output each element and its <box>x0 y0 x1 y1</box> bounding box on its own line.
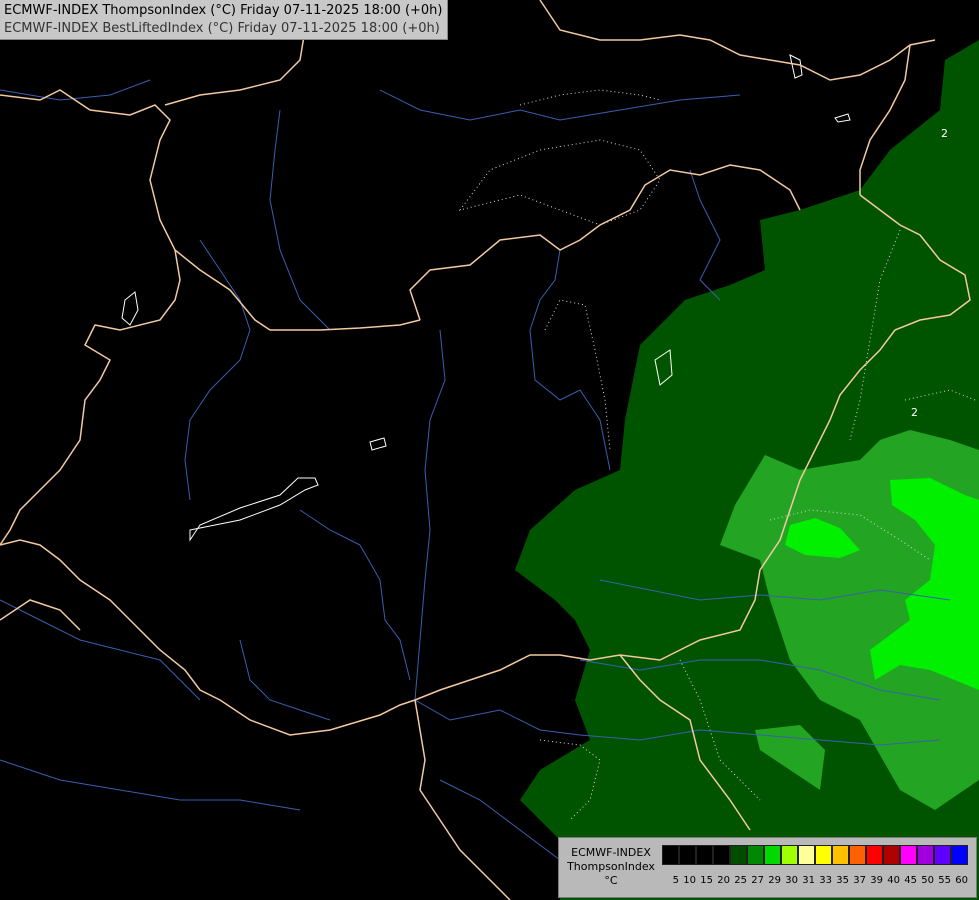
legend-tick-label: 31 <box>802 875 815 886</box>
legend-swatch <box>883 845 900 865</box>
legend-swatch <box>747 845 764 865</box>
legend-ticks: 5 10 15 20 25 27 29 30 31 33 35 37 39 40 45 50 55 60 <box>662 875 968 887</box>
color-legend: ECMWF-INDEX ThompsonIndex °C 5 10 15 20 25 27… <box>558 837 977 898</box>
legend-tick-label: 39 <box>870 875 883 886</box>
map-title-box: ECMWF-INDEX ThompsonIndex (°C) Friday 07… <box>0 0 448 40</box>
legend-unit: °C <box>604 874 618 887</box>
map-title-primary: ECMWF-INDEX ThompsonIndex (°C) Friday 07… <box>4 3 443 18</box>
legend-tick-label: 10 <box>683 875 696 886</box>
map-title-secondary: ECMWF-INDEX BestLiftedIndex (°C) Friday … <box>4 21 440 36</box>
legend-swatch <box>679 845 696 865</box>
legend-swatch <box>815 845 832 865</box>
legend-swatch <box>713 845 730 865</box>
legend-title: ECMWF-INDEX ThompsonIndex °C <box>563 846 659 888</box>
contour-label: 2 <box>941 127 948 140</box>
legend-tick-label: 33 <box>819 875 832 886</box>
legend-tick-label: 60 <box>955 875 968 886</box>
legend-swatch <box>849 845 866 865</box>
legend-tick-label: 37 <box>853 875 866 886</box>
legend-model: ECMWF-INDEX <box>571 846 651 859</box>
legend-tick-label: 15 <box>700 875 713 886</box>
legend-tick-label: 30 <box>785 875 798 886</box>
legend-tick-label: 20 <box>717 875 730 886</box>
legend-swatch <box>934 845 951 865</box>
legend-tick-label: 50 <box>921 875 934 886</box>
legend-swatch <box>798 845 815 865</box>
legend-tick-label: 40 <box>887 875 900 886</box>
map-canvas: 2 2 <box>0 0 979 900</box>
legend-swatch <box>662 845 679 865</box>
legend-swatch <box>764 845 781 865</box>
legend-swatch <box>951 845 968 865</box>
legend-tick-label: 45 <box>904 875 917 886</box>
legend-parameter: ThompsonIndex <box>567 860 655 873</box>
legend-swatch <box>900 845 917 865</box>
legend-tick-label: 55 <box>938 875 951 886</box>
legend-tick-label: 5 <box>672 875 679 886</box>
legend-swatches <box>662 845 968 865</box>
contour-label: 2 <box>911 406 918 419</box>
legend-swatch <box>730 845 747 865</box>
legend-swatch <box>781 845 798 865</box>
legend-swatch <box>917 845 934 865</box>
legend-tick-label: 29 <box>768 875 781 886</box>
legend-swatch <box>866 845 883 865</box>
legend-swatch <box>832 845 849 865</box>
legend-tick-label: 25 <box>734 875 747 886</box>
legend-tick-label: 35 <box>836 875 849 886</box>
legend-tick-label: 27 <box>751 875 764 886</box>
legend-swatch <box>696 845 713 865</box>
